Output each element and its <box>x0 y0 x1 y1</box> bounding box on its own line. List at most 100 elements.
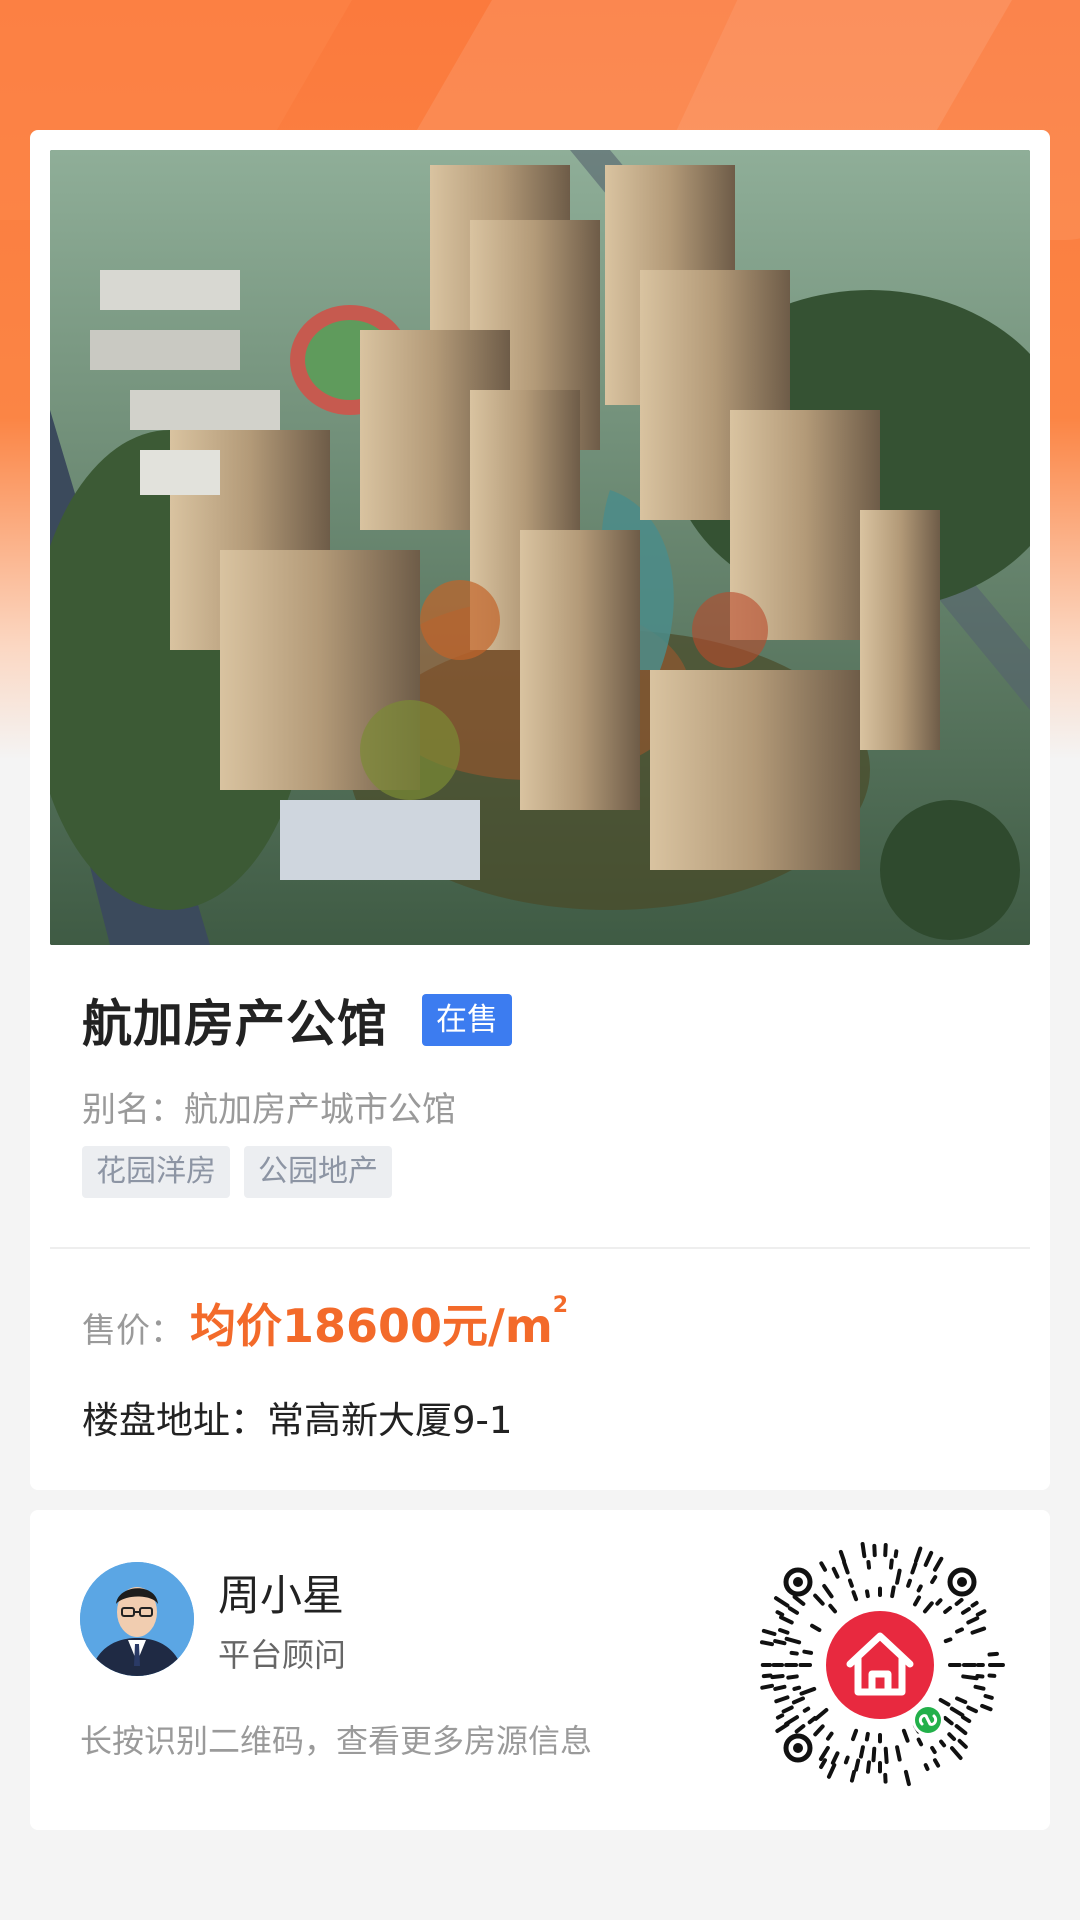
qr-module <box>980 1703 993 1712</box>
qr-module <box>970 1600 979 1608</box>
qr-module <box>938 1698 951 1707</box>
qr-module <box>773 1684 787 1691</box>
qr-module <box>954 1724 968 1736</box>
qr-module <box>851 1728 859 1742</box>
qr-module <box>975 1673 985 1679</box>
qr-module <box>966 1616 980 1625</box>
qr-module <box>895 1745 902 1762</box>
qr-module <box>933 1556 944 1572</box>
qr-module <box>888 1558 894 1570</box>
qr-module <box>970 1626 987 1635</box>
qr-module <box>843 1755 850 1765</box>
price-unit-superscript: 2 <box>552 1292 569 1318</box>
tag: 花园洋房 <box>82 1146 230 1198</box>
qr-module <box>822 1584 834 1599</box>
qr-module <box>761 1628 777 1637</box>
agent-name: 周小星 <box>218 1571 345 1620</box>
qr-module <box>943 1637 953 1644</box>
qr-module <box>784 1636 802 1645</box>
divider <box>50 1247 1030 1249</box>
status-badge: 在售 <box>422 994 512 1046</box>
qr-module <box>854 1758 861 1772</box>
qr-module <box>903 1769 911 1787</box>
qr-module <box>774 1596 790 1608</box>
qr-module <box>860 1541 867 1559</box>
qr-module <box>893 1549 899 1559</box>
qr-module <box>910 1561 918 1575</box>
qr-module <box>781 1705 794 1714</box>
qr-module <box>949 1706 965 1718</box>
qr-module <box>786 1674 799 1680</box>
qr-module <box>933 1758 941 1768</box>
qr-module <box>779 1615 794 1625</box>
qr-module <box>895 1568 902 1585</box>
qr-module <box>960 1715 972 1724</box>
qr-module <box>954 1597 964 1606</box>
agent-role: 平台顾问 <box>218 1636 347 1674</box>
qr-module <box>943 1716 954 1726</box>
qr-hint-text: 长按识别二维码，查看更多房源信息 <box>80 1722 593 1760</box>
qr-module <box>759 1640 774 1647</box>
avatar <box>80 1562 194 1676</box>
qr-module <box>775 1722 790 1733</box>
qr-module <box>831 1566 840 1579</box>
qr-module <box>883 1746 889 1765</box>
price-row: 售价： 均价18600元/m2 <box>82 1290 568 1356</box>
alias-value: 航加房产城市公馆 <box>184 1090 456 1130</box>
qr-module <box>947 1732 957 1742</box>
qr-module <box>847 1578 854 1588</box>
qr-module <box>987 1651 999 1657</box>
qr-module <box>922 1601 934 1614</box>
qr-module <box>916 1737 924 1747</box>
address-value: 常高新大厦9-1 <box>267 1399 513 1442</box>
tag: 公园地产 <box>244 1146 392 1198</box>
qr-module <box>955 1627 964 1634</box>
qr-module <box>961 1674 979 1681</box>
qr-module <box>960 1607 971 1615</box>
alias-label: 别名： <box>82 1090 184 1130</box>
qr-module <box>983 1693 994 1700</box>
qr-module <box>838 1549 847 1564</box>
qr-module <box>890 1585 896 1599</box>
mini-program-qr-code[interactable] <box>750 1540 1010 1790</box>
qr-module <box>858 1745 865 1759</box>
qr-module <box>975 1609 987 1617</box>
qr-module <box>773 1639 787 1646</box>
qr-module <box>774 1695 790 1704</box>
property-photo[interactable] <box>50 150 1030 945</box>
qr-module <box>966 1705 978 1714</box>
qr-module <box>792 1594 806 1606</box>
property-title: 航加房产公馆 <box>82 995 388 1053</box>
agent-card: 周小星 平台顾问 长按识别二维码，查看更多房源信息 <box>30 1510 1050 1830</box>
qr-module <box>906 1578 912 1588</box>
qr-module <box>916 1584 923 1593</box>
qr-center-logo <box>826 1611 934 1719</box>
property-alias: 别名：航加房产城市公馆 <box>82 1082 456 1131</box>
qr-module <box>957 1738 968 1749</box>
qr-module <box>770 1673 785 1680</box>
qr-module <box>799 1686 817 1696</box>
qr-module <box>810 1623 822 1632</box>
qr-module <box>871 1746 877 1763</box>
qr-module <box>818 1745 830 1762</box>
qr-module <box>923 1550 934 1567</box>
qr-module <box>973 1684 986 1691</box>
price-value: 均价18600元/m2 <box>190 1290 568 1356</box>
qr-module <box>930 1575 938 1585</box>
property-tags: 花园洋房 公园地产 <box>82 1146 392 1198</box>
qr-module <box>789 1650 799 1656</box>
qr-module <box>865 1589 870 1599</box>
qr-module <box>955 1696 968 1705</box>
qr-module <box>935 1598 943 1606</box>
price-label: 售价： <box>82 1311 184 1351</box>
qr-module <box>849 1769 857 1783</box>
qr-module <box>778 1628 790 1635</box>
property-title-row: 航加房产公馆 在售 <box>82 980 512 1060</box>
qr-module <box>760 1683 774 1690</box>
qr-module <box>830 1751 840 1765</box>
qr-module <box>791 1696 805 1705</box>
qr-module <box>865 1760 872 1774</box>
qr-module <box>819 1561 827 1572</box>
qr-module <box>813 1724 825 1737</box>
qr-module <box>943 1606 953 1614</box>
